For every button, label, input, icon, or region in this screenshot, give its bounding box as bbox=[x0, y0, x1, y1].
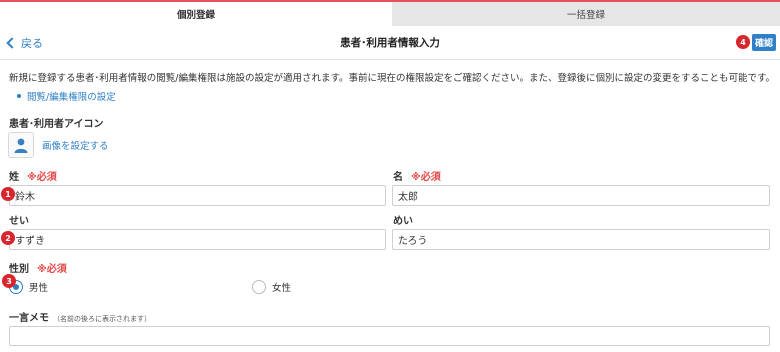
permission-notice: 新規に登録する患者･利用者情報の閲覧/編集権限は施設の設定が適用されます。事前に… bbox=[9, 73, 776, 84]
last-name-kana-input[interactable]: すずき bbox=[9, 229, 386, 250]
last-name-kana-label: せい bbox=[9, 216, 29, 227]
first-name-label-text: 名 bbox=[393, 172, 403, 183]
annotation-marker-3: 3 bbox=[2, 274, 16, 288]
annotation-marker-2: 2 bbox=[1, 231, 15, 245]
gender-option-male-label: 男性 bbox=[29, 283, 49, 294]
avatar[interactable] bbox=[8, 132, 34, 158]
required-mark: ※必須 bbox=[27, 172, 57, 183]
first-name-label: 名 ※必須 bbox=[393, 168, 441, 183]
icon-section-label: 患者･利用者アイコン bbox=[9, 119, 104, 130]
first-name-input[interactable]: 太郎 bbox=[392, 185, 770, 206]
tab-bar: 個別登録 一括登録 bbox=[0, 0, 780, 26]
bullet-icon bbox=[17, 94, 21, 98]
first-name-kana-label: めい bbox=[393, 216, 413, 227]
gender-label: 性別 ※必須 bbox=[9, 260, 67, 275]
annotation-marker-1: 1 bbox=[1, 187, 15, 201]
page-title: 患者･利用者情報入力 bbox=[340, 37, 440, 49]
annotation-marker-4: 4 bbox=[736, 35, 750, 49]
first-name-kana-input[interactable]: たろう bbox=[392, 229, 770, 250]
gender-label-text: 性別 bbox=[9, 264, 29, 275]
memo-label-text: 一言メモ bbox=[9, 313, 49, 324]
gender-option-female[interactable]: 女性 bbox=[252, 280, 291, 294]
required-mark: ※必須 bbox=[37, 264, 67, 275]
permission-settings-link[interactable]: 閲覧/編集権限の設定 bbox=[17, 89, 116, 103]
confirm-button[interactable]: 確認 bbox=[752, 34, 776, 51]
required-mark: ※必須 bbox=[411, 172, 441, 183]
memo-label: 一言メモ （名前の後ろに表示されます） bbox=[9, 309, 151, 324]
tab-bulk-registration[interactable]: 一括登録 bbox=[392, 2, 780, 26]
memo-input[interactable] bbox=[9, 326, 770, 346]
person-icon bbox=[14, 138, 28, 153]
last-name-input[interactable]: 鈴木 bbox=[9, 185, 386, 206]
memo-note: （名前の後ろに表示されます） bbox=[53, 315, 151, 323]
last-name-label-text: 姓 bbox=[9, 172, 19, 183]
tab-individual-registration[interactable]: 個別登録 bbox=[0, 2, 392, 26]
page-header: 戻る 患者･利用者情報入力 確認 bbox=[0, 26, 780, 60]
last-name-label: 姓 ※必須 bbox=[9, 168, 57, 183]
permission-settings-label: 閲覧/編集権限の設定 bbox=[27, 92, 116, 103]
set-image-link[interactable]: 画像を設定する bbox=[42, 138, 109, 152]
radio-unchecked-icon bbox=[252, 280, 266, 294]
gender-option-female-label: 女性 bbox=[272, 283, 292, 294]
